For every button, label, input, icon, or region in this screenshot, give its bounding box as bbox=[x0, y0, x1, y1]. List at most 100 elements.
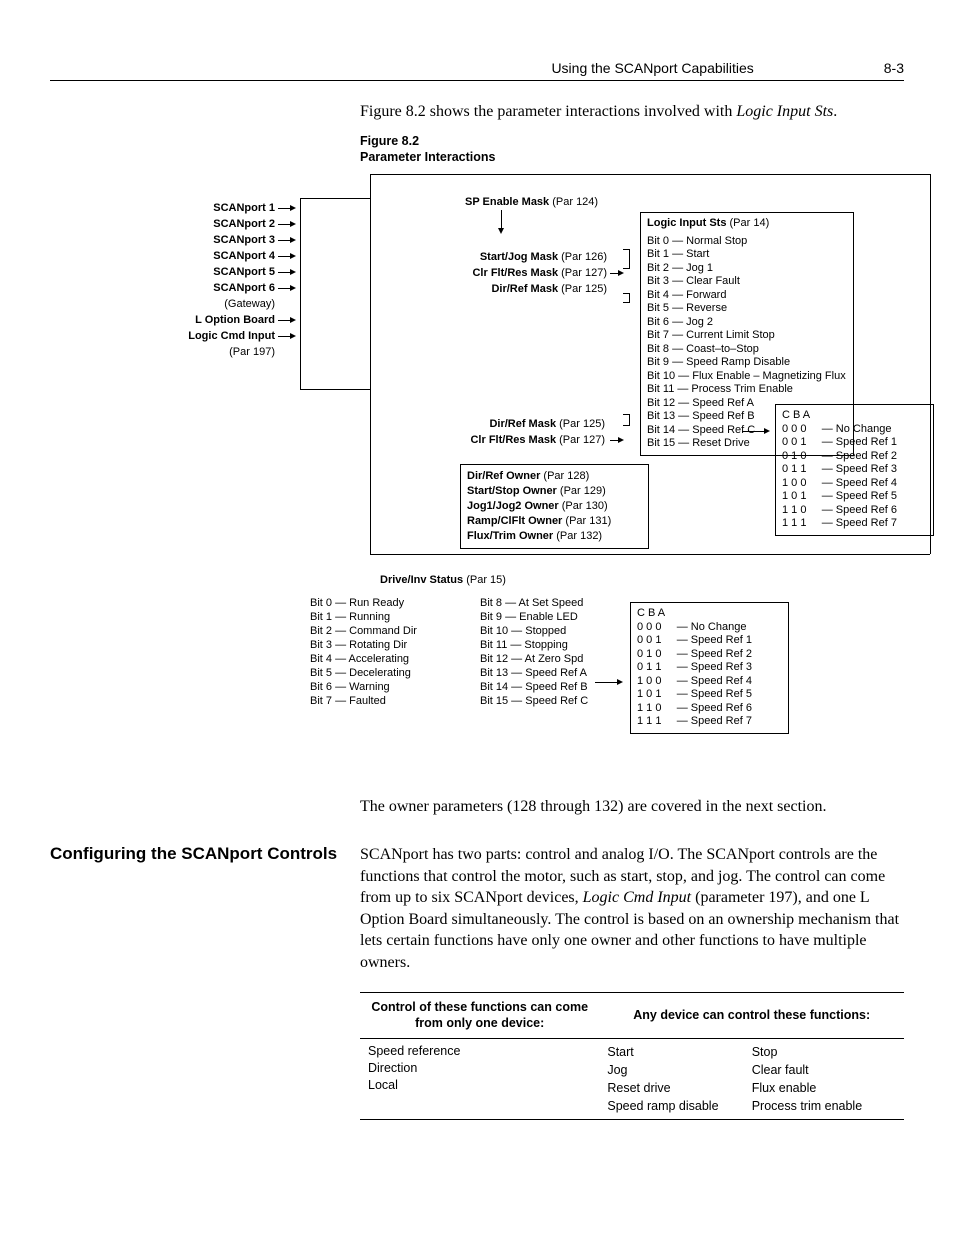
logic-bit-9: Bit 9 — Speed Ramp Disable bbox=[647, 356, 847, 370]
header-title: Using the SCANport Capabilities bbox=[551, 60, 753, 76]
cba1-r0: 0 0 0 — No Change bbox=[782, 423, 927, 437]
cba1-r5: 1 0 1 — Speed Ref 5 bbox=[782, 490, 927, 504]
mask2-0b: Dir/Ref Mask bbox=[489, 418, 556, 430]
table-single-col: Speed reference Direction Local bbox=[360, 1039, 599, 1120]
page-header: Using the SCANport Capabilities 8-3 bbox=[50, 60, 904, 81]
sp-enable-p: (Par 124) bbox=[549, 196, 598, 208]
cba2-header: C B A bbox=[637, 607, 782, 621]
input-scanport4: SCANport 4 bbox=[213, 250, 275, 262]
drive1-6: Bit 6 — Warning bbox=[310, 680, 417, 694]
logic-bit-10: Bit 10 — Flux Enable – Magnetizing Flux bbox=[647, 370, 847, 384]
owner-0b: Dir/Ref Owner bbox=[467, 470, 540, 482]
mask-arrows-2 bbox=[610, 418, 624, 450]
drive1-0: Bit 0 — Run Ready bbox=[310, 596, 417, 610]
input-labels: SCANport 1 SCANport 2 SCANport 3 SCANpor… bbox=[160, 200, 275, 360]
logic-bit-5: Bit 5 — Reverse bbox=[647, 302, 847, 316]
intro-pre: Figure 8.2 shows the parameter interacti… bbox=[360, 103, 736, 120]
table-any-col: Start Jog Reset drive Speed ramp disable… bbox=[599, 1039, 904, 1120]
mask2-1b: Clr Flt/Res Mask bbox=[470, 434, 556, 446]
section-body: SCANport has two parts: control and anal… bbox=[360, 844, 904, 1120]
section-heading: Configuring the SCANport Controls bbox=[50, 844, 360, 1120]
arrow-right-icon bbox=[595, 676, 623, 688]
cba1-header: C B A bbox=[782, 409, 927, 423]
input-scanport1: SCANport 1 bbox=[213, 202, 275, 214]
drive1-5: Bit 5 — Decelerating bbox=[310, 666, 417, 680]
anya-2: Reset drive bbox=[607, 1079, 751, 1097]
cba1-r6: 1 1 0 — Speed Ref 6 bbox=[782, 504, 927, 518]
cba1-r7: 1 1 1 — Speed Ref 7 bbox=[782, 517, 927, 531]
cba2-r2: 0 1 0 — Speed Ref 2 bbox=[637, 648, 782, 662]
drive-col2: Bit 8 — At Set Speed Bit 9 — Enable LED … bbox=[480, 596, 588, 708]
drive1-3: Bit 3 — Rotating Dir bbox=[310, 638, 417, 652]
owner-3b: Ramp/ClFlt Owner bbox=[467, 515, 562, 527]
intro-em: Logic Input Sts bbox=[736, 103, 833, 120]
input-scanport5: SCANport 5 bbox=[213, 266, 275, 278]
logic-bit-6: Bit 6 — Jog 2 bbox=[647, 316, 847, 330]
section-configuring: Configuring the SCANport Controls SCANpo… bbox=[50, 844, 904, 1120]
anyb-3: Process trim enable bbox=[752, 1097, 896, 1115]
figure-title: Parameter Interactions bbox=[360, 150, 495, 164]
drive2-4: Bit 12 — At Zero Spd bbox=[480, 652, 588, 666]
cba2-r5: 1 0 1 — Speed Ref 5 bbox=[637, 688, 782, 702]
table-h1: Control of these functions can come from… bbox=[360, 992, 599, 1039]
single-2: Local bbox=[368, 1077, 591, 1094]
cba2-r1: 0 0 1 — Speed Ref 1 bbox=[637, 634, 782, 648]
logic-bit-3: Bit 3 — Clear Fault bbox=[647, 275, 847, 289]
single-1: Direction bbox=[368, 1060, 591, 1077]
cba-table-2: C B A 0 0 0 — No Change 0 0 1 — Speed Re… bbox=[630, 602, 789, 734]
logic-bit-1: Bit 1 — Start bbox=[647, 248, 847, 262]
intro-paragraph: Figure 8.2 shows the parameter interacti… bbox=[360, 101, 904, 123]
input-par197: (Par 197) bbox=[229, 346, 275, 358]
drive2-3: Bit 11 — Stopping bbox=[480, 638, 588, 652]
anyb-2: Flux enable bbox=[752, 1079, 896, 1097]
mask2-1p: (Par 127) bbox=[556, 434, 605, 446]
drive2-7: Bit 15 — Speed Ref C bbox=[480, 694, 588, 708]
drive1-2: Bit 2 — Command Dir bbox=[310, 624, 417, 638]
input-scanport2: SCANport 2 bbox=[213, 218, 275, 230]
drive2-6: Bit 14 — Speed Ref B bbox=[480, 680, 588, 694]
page-number: 8-3 bbox=[884, 60, 904, 76]
drive1-1: Bit 1 — Running bbox=[310, 610, 417, 624]
figure-number: Figure 8.2 bbox=[360, 134, 419, 148]
mask-labels-1: Start/Jog Mask (Par 126) Clr Flt/Res Mas… bbox=[462, 249, 607, 297]
down-arrow-icon bbox=[498, 210, 504, 234]
drive2-2: Bit 10 — Stopped bbox=[480, 624, 588, 638]
cba1-r2: 0 1 0 — Speed Ref 2 bbox=[782, 450, 927, 464]
input-gateway: (Gateway) bbox=[224, 298, 275, 310]
logic-title-b: Logic Input Sts bbox=[647, 217, 726, 229]
input-scanport3: SCANport 3 bbox=[213, 234, 275, 246]
arrow-right-icon bbox=[742, 425, 770, 437]
cba2-r3: 0 1 1 — Speed Ref 3 bbox=[637, 661, 782, 675]
body-em: Logic Cmd Input bbox=[583, 889, 691, 906]
mask1-0p: (Par 126) bbox=[558, 251, 607, 263]
logic-bit-2: Bit 2 — Jog 1 bbox=[647, 262, 847, 276]
drive-title-p: (Par 15) bbox=[463, 574, 506, 586]
drive2-5: Bit 13 — Speed Ref A bbox=[480, 666, 588, 680]
logic-bit-11: Bit 11 — Process Trim Enable bbox=[647, 383, 847, 397]
cba1-r1: 0 0 1 — Speed Ref 1 bbox=[782, 436, 927, 450]
owner-0p: (Par 128) bbox=[540, 470, 589, 482]
mask-arrows-1 bbox=[610, 251, 624, 299]
drive1-4: Bit 4 — Accelerating bbox=[310, 652, 417, 666]
sp-enable-b: SP Enable Mask bbox=[465, 196, 549, 208]
input-scanport6: SCANport 6 bbox=[213, 282, 275, 294]
logic-bit-4: Bit 4 — Forward bbox=[647, 289, 847, 303]
drive-inv-status: Drive/Inv Status (Par 15) Bit 0 — Run Re… bbox=[310, 574, 884, 774]
logic-bit-8: Bit 8 — Coast–to–Stop bbox=[647, 343, 847, 357]
mask1-0b: Start/Jog Mask bbox=[480, 251, 558, 263]
cba2-r6: 1 1 0 — Speed Ref 6 bbox=[637, 702, 782, 716]
owner-paragraph: The owner parameters (128 through 132) a… bbox=[360, 796, 904, 818]
anyb-0: Stop bbox=[752, 1043, 896, 1061]
owner-box: Dir/Ref Owner (Par 128) Start/Stop Owner… bbox=[460, 464, 649, 549]
control-table: Control of these functions can come from… bbox=[360, 992, 904, 1121]
intro-post: . bbox=[833, 103, 837, 120]
cba1-r4: 1 0 0 — Speed Ref 4 bbox=[782, 477, 927, 491]
figure-caption: Figure 8.2 Parameter Interactions bbox=[360, 133, 904, 167]
input-arrows bbox=[278, 202, 296, 346]
single-0: Speed reference bbox=[368, 1043, 591, 1060]
owner-1b: Start/Stop Owner bbox=[467, 485, 557, 497]
mask1-1b: Clr Flt/Res Mask bbox=[472, 267, 558, 279]
mask2-0p: (Par 125) bbox=[556, 418, 605, 430]
cba2-r0: 0 0 0 — No Change bbox=[637, 621, 782, 635]
mask1-2b: Dir/Ref Mask bbox=[491, 283, 558, 295]
